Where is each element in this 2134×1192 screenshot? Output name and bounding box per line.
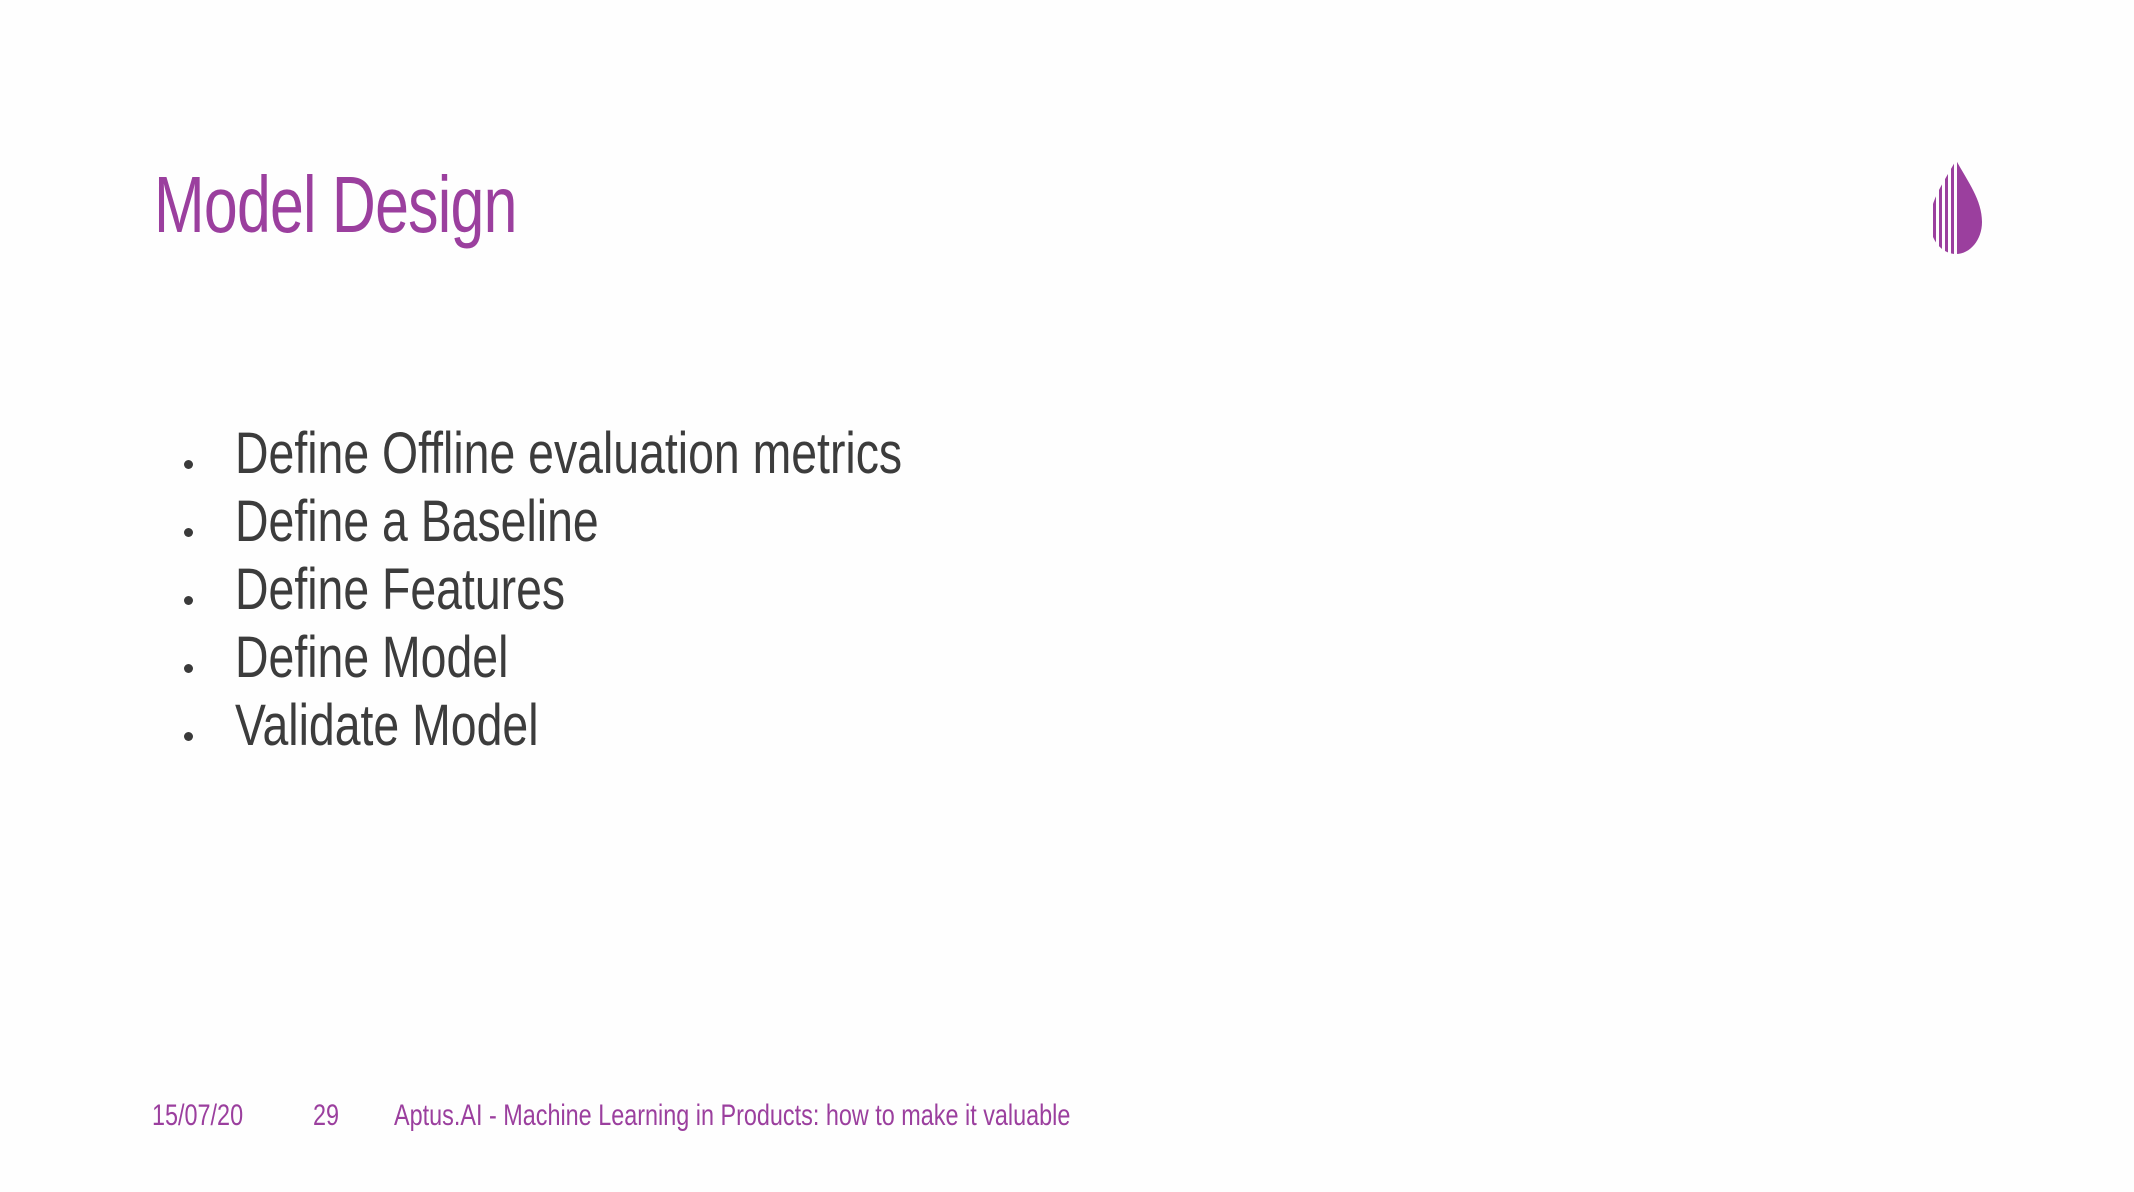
bullet-dot-icon	[184, 732, 193, 741]
footer-presentation-title: Aptus.AI - Machine Learning in Products:…	[394, 1099, 1071, 1132]
bullet-dot-icon	[184, 528, 193, 537]
bullet-dot-icon	[184, 664, 193, 673]
bullet-dot-icon	[184, 596, 193, 605]
bullet-dot-icon	[184, 460, 193, 469]
bullet-text: Define Features	[235, 557, 566, 622]
aptus-drop-logo-icon	[1933, 160, 1982, 254]
bullet-text: Validate Model	[235, 693, 539, 758]
bullet-text: Define a Baseline	[235, 489, 599, 554]
slide: Model Design Define Offline evaluation m…	[0, 0, 2134, 1192]
footer-page-number: 29	[313, 1099, 340, 1132]
footer-date: 15/07/20	[152, 1099, 244, 1132]
bullet-text: Define Offline evaluation metrics	[235, 421, 903, 486]
bullet-text: Define Model	[235, 625, 509, 690]
slide-title: Model Design	[154, 160, 517, 249]
